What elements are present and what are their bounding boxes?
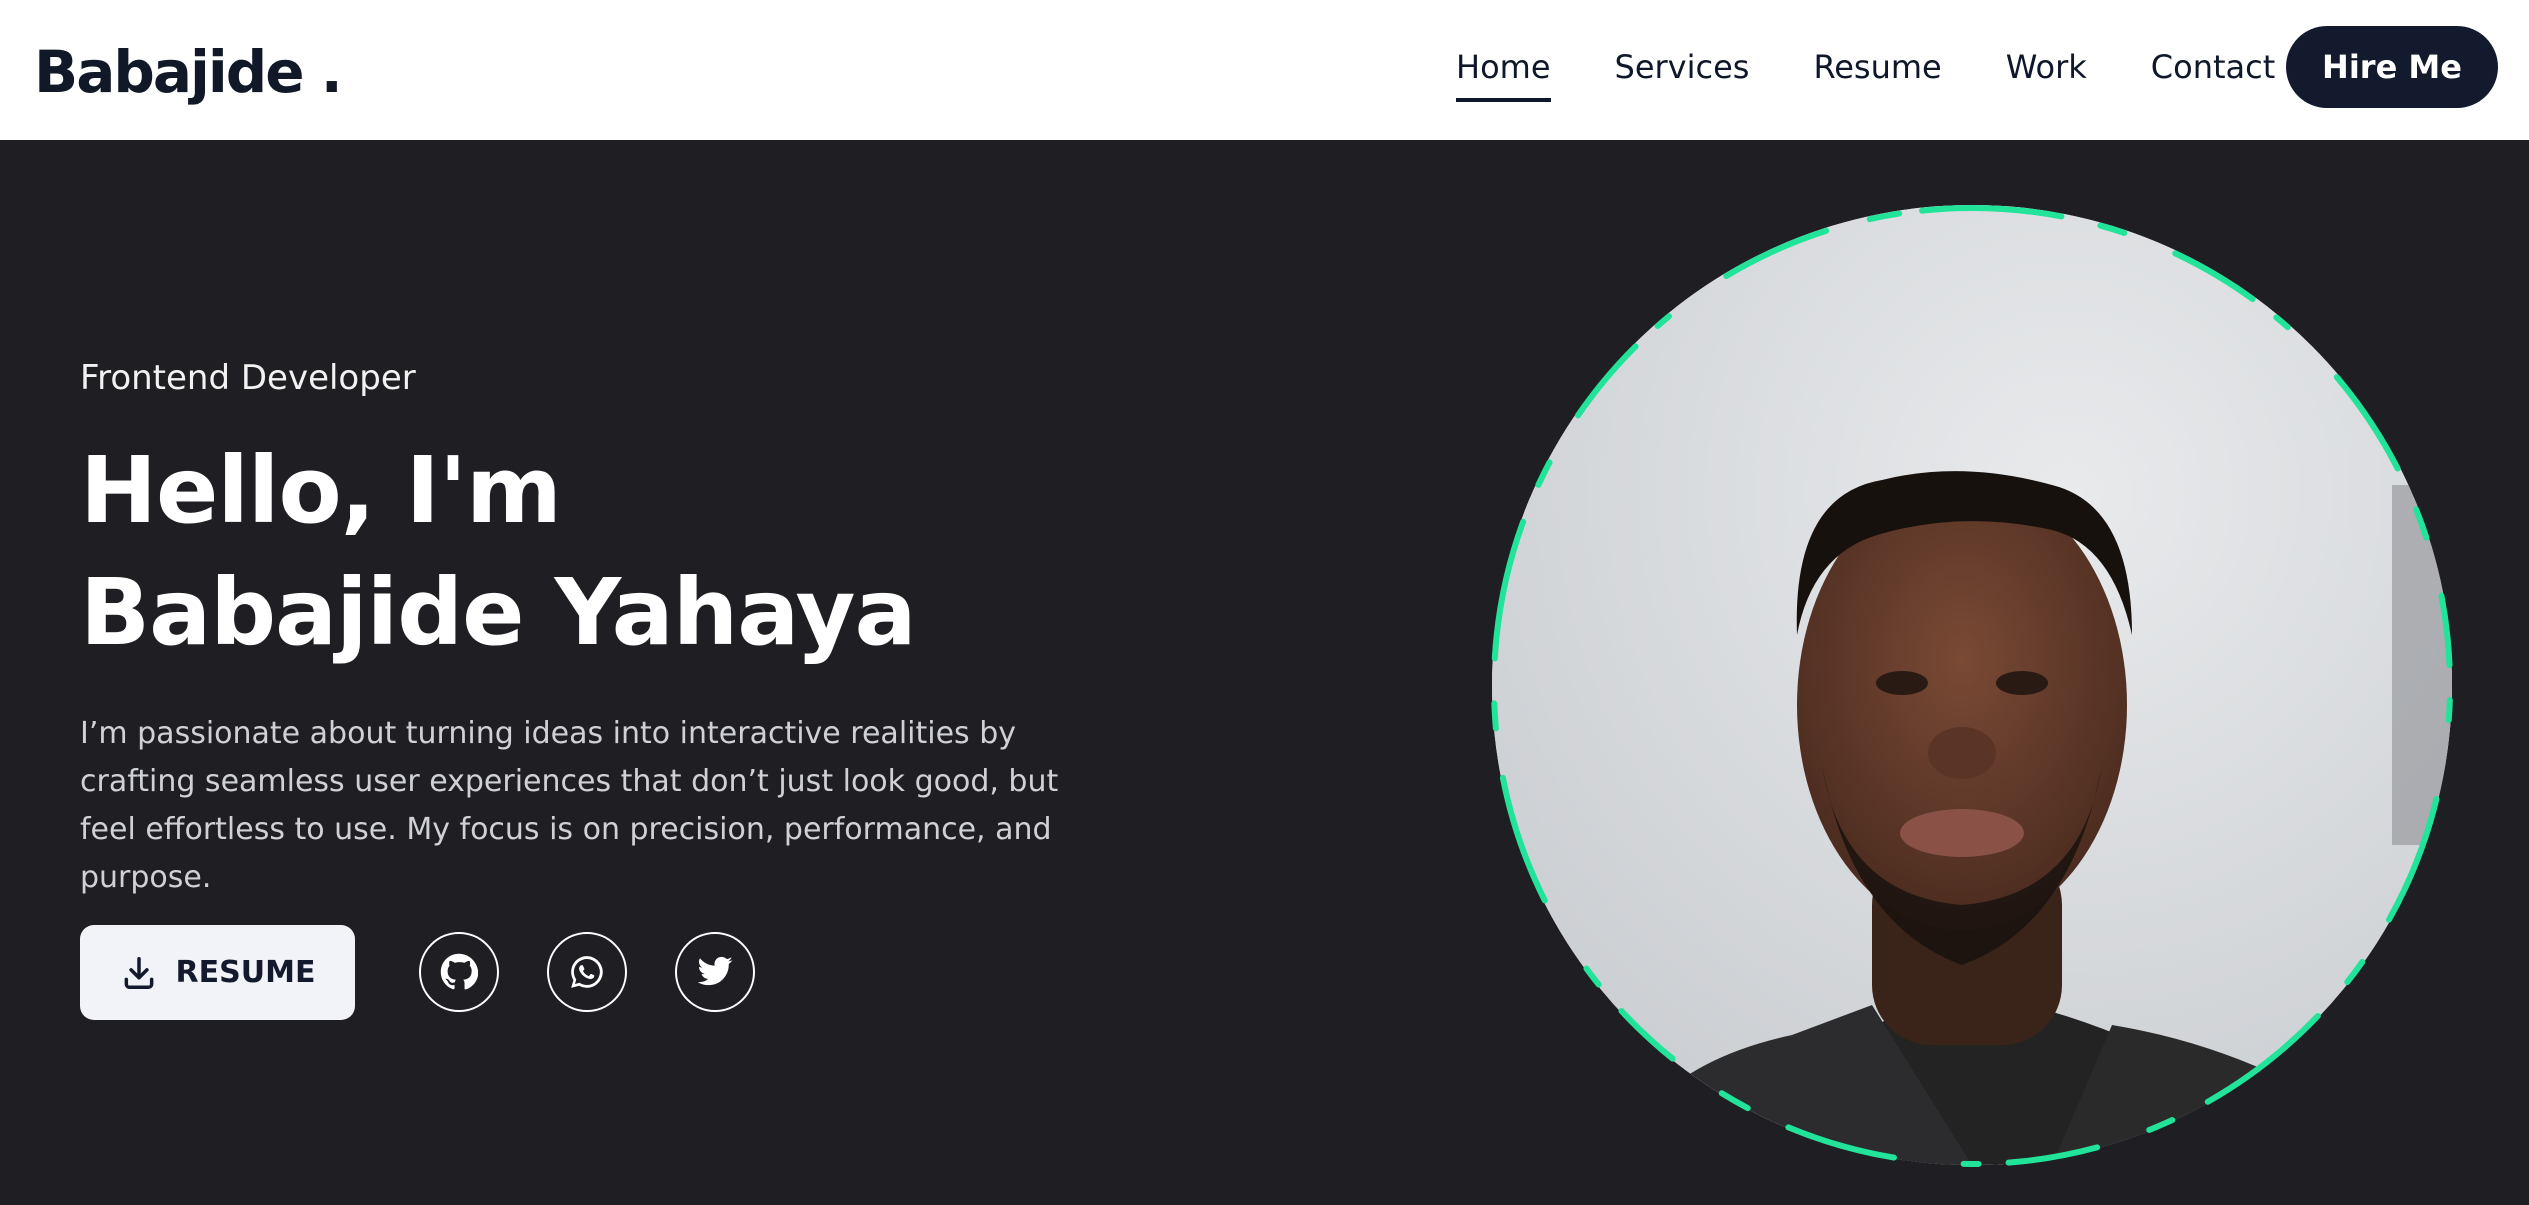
nav-services[interactable]: Services bbox=[1615, 44, 1750, 100]
nav-resume[interactable]: Resume bbox=[1813, 44, 1941, 100]
whatsapp-link[interactable] bbox=[547, 932, 627, 1012]
github-link[interactable] bbox=[419, 932, 499, 1012]
nav-home[interactable]: Home bbox=[1456, 44, 1551, 102]
github-icon bbox=[440, 953, 478, 990]
hire-me-button[interactable]: Hire Me bbox=[2286, 26, 2498, 108]
twitter-link[interactable] bbox=[675, 932, 755, 1012]
dashed-accent-ring bbox=[1491, 205, 2453, 1167]
twitter-icon bbox=[697, 956, 733, 986]
top-navbar: Babajide . Home Services Resume Work Con… bbox=[0, 0, 2529, 140]
headline-line-1: Hello, I'm bbox=[80, 437, 562, 544]
whatsapp-icon bbox=[571, 956, 603, 988]
hero-headline: Hello, I'm Babajide Yahaya bbox=[80, 430, 917, 674]
nav-contact[interactable]: Contact bbox=[2151, 44, 2276, 100]
nav-work[interactable]: Work bbox=[2006, 44, 2087, 100]
nav-links: Home Services Resume Work Contact bbox=[1456, 44, 2339, 102]
resume-download-button[interactable]: RESUME bbox=[80, 925, 355, 1020]
role-label: Frontend Developer bbox=[80, 358, 416, 398]
resume-button-label: RESUME bbox=[175, 955, 316, 990]
site-logo[interactable]: Babajide . bbox=[34, 34, 343, 110]
headline-line-2: Babajide Yahaya bbox=[80, 559, 917, 666]
hero-bio: I’m passionate about turning ideas into … bbox=[80, 716, 1059, 895]
download-icon bbox=[124, 956, 153, 989]
